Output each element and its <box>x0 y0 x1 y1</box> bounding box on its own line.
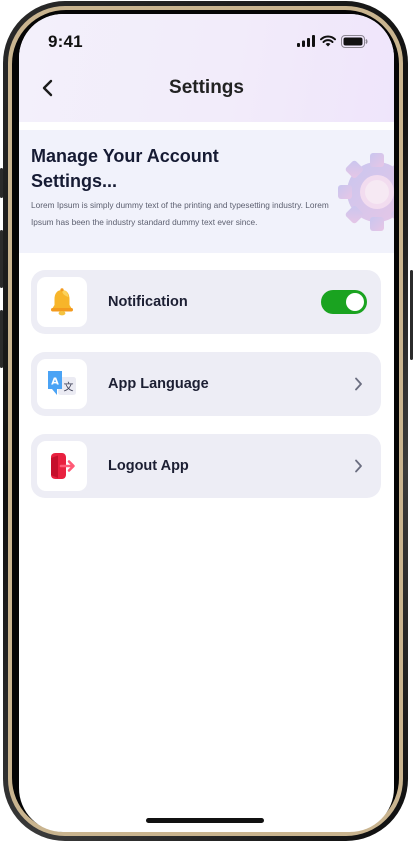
notification-label: Notification <box>108 294 188 310</box>
logout-app-label: Logout App <box>108 458 189 474</box>
volume-up-button <box>0 230 3 288</box>
chevron-right-icon <box>355 459 362 473</box>
status-icons <box>297 34 368 48</box>
notification-icon-tile <box>37 277 87 327</box>
setting-app-language[interactable]: A 文 App Language <box>31 352 381 416</box>
banner-description: Lorem Ipsum is simply dummy text of the … <box>31 200 329 227</box>
volume-down-button <box>0 310 3 368</box>
logout-icon-tile <box>37 441 87 491</box>
svg-text:A: A <box>51 377 59 388</box>
banner-title: Manage Your Account Settings... <box>31 146 219 191</box>
screen: 9:41 Settings Manage Your Account Settin… <box>19 14 394 832</box>
gear-icon <box>338 153 394 231</box>
bell-icon <box>51 288 73 316</box>
svg-text:文: 文 <box>64 381 74 394</box>
language-icon-tile: A 文 <box>37 359 87 409</box>
chevron-right-icon <box>355 377 362 391</box>
account-settings-banner: Manage Your Account Settings... Lorem Ip… <box>19 130 394 253</box>
notification-toggle[interactable] <box>321 290 367 314</box>
setting-logout-app[interactable]: Logout App <box>31 434 381 498</box>
status-bar: 9:41 <box>19 14 394 64</box>
page-title: Settings <box>169 77 244 98</box>
home-indicator[interactable] <box>146 818 264 823</box>
translate-icon: A 文 <box>48 371 76 395</box>
wifi-icon <box>320 35 336 47</box>
battery-icon <box>341 34 368 48</box>
status-time: 9:41 <box>48 32 83 51</box>
phone-frame: 9:41 Settings Manage Your Account Settin… <box>0 0 413 844</box>
toggle-knob <box>346 293 364 311</box>
app-language-label: App Language <box>108 376 209 392</box>
cellular-signal-icon <box>297 35 315 47</box>
setting-notification[interactable]: Notification <box>31 270 381 334</box>
silent-switch <box>0 168 3 198</box>
logout-icon <box>51 453 75 479</box>
